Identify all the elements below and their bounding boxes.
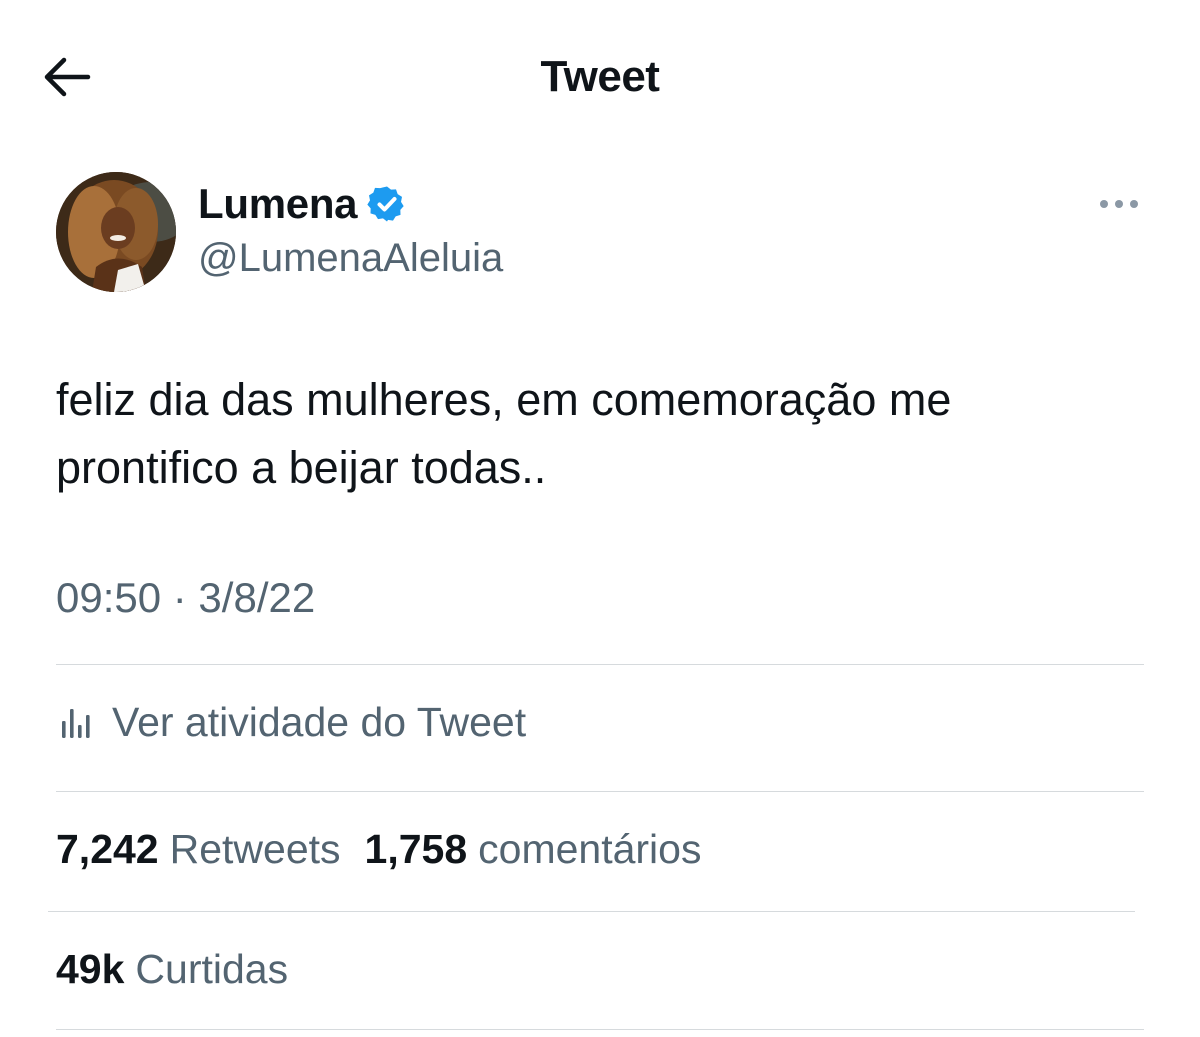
likes-count: 49k [56, 946, 125, 992]
avatar[interactable] [56, 172, 176, 292]
tweet-timestamp[interactable]: 09:50 · 3/8/22 [56, 574, 315, 622]
divider [56, 1029, 1144, 1030]
profile-photo [56, 172, 176, 292]
divider [56, 791, 1144, 792]
author-block: Lumena @LumenaAleluia [198, 178, 503, 281]
tweet-text: feliz dia das mulheres, em comemoração m… [56, 374, 952, 493]
likes-row: 49k Curtidas [56, 946, 312, 993]
display-name[interactable]: Lumena [198, 180, 358, 228]
divider [48, 911, 1135, 912]
retweets-count: 7,242 [56, 826, 159, 872]
retweets-stat[interactable]: 7,242 Retweets [56, 826, 341, 873]
top-bar: Tweet [0, 0, 1200, 150]
verified-badge-icon [367, 186, 404, 222]
retweets-label: Retweets [169, 826, 341, 872]
more-options-button[interactable] [1092, 186, 1146, 222]
likes-label: Curtidas [135, 946, 289, 992]
divider [56, 664, 1144, 665]
comments-count: 1,758 [364, 826, 468, 872]
ellipsis-icon [1100, 200, 1138, 208]
likes-stat[interactable]: 49k Curtidas [56, 946, 288, 993]
view-activity-link[interactable]: Ver atividade do Tweet [56, 692, 526, 752]
page-title: Tweet [540, 52, 660, 101]
comments-label: comentários [478, 826, 702, 872]
name-row: Lumena [198, 178, 503, 230]
view-activity-label: Ver atividade do Tweet [112, 698, 527, 745]
comments-stat[interactable]: 1,758 comentários [365, 826, 702, 873]
engagement-stats: 7,242 Retweets 1,758 comentários [56, 826, 725, 873]
analytics-bars-icon [62, 709, 90, 738]
user-handle[interactable]: @LumenaAleluia [198, 236, 503, 281]
